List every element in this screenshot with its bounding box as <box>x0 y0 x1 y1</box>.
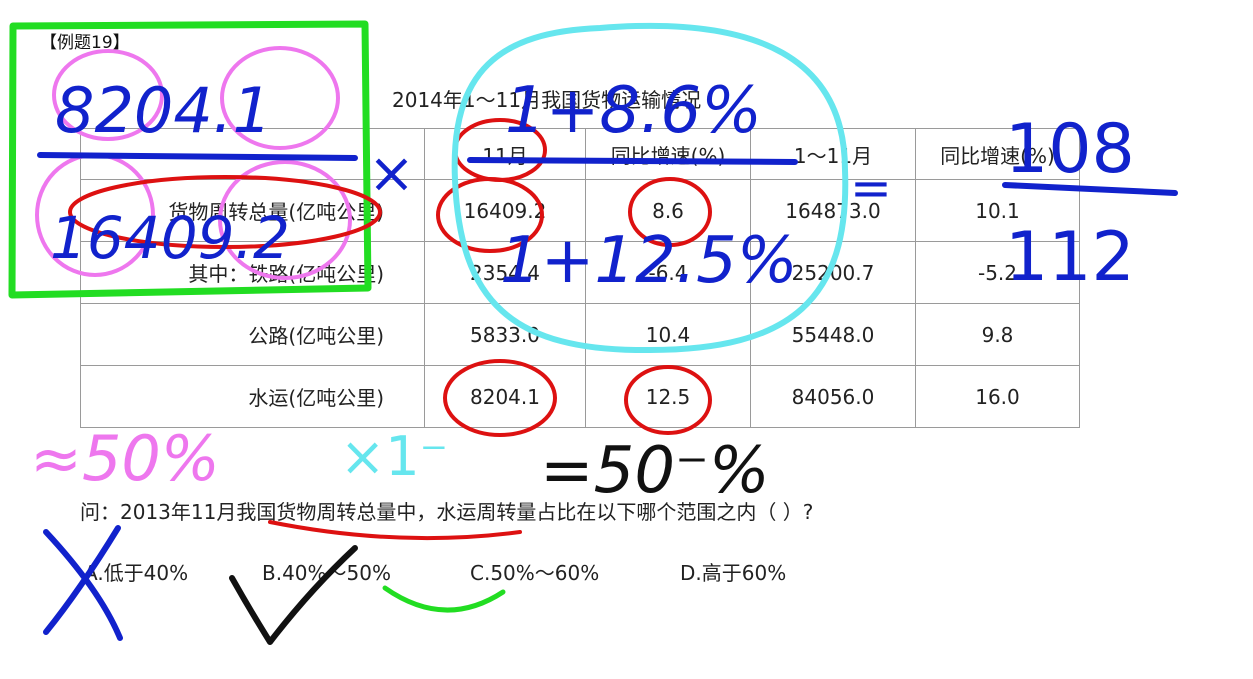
row-label: 其中：铁路(亿吨公里) <box>80 241 425 304</box>
option-d[interactable]: D.高于60% <box>680 557 786 586</box>
table-row: 水运(亿吨公里) 8204.1 12.5 84056.0 16.0 <box>80 365 1080 428</box>
option-b[interactable]: B.40%～50% <box>262 557 391 586</box>
header-cell-empty <box>80 128 425 180</box>
option-c[interactable]: C.50%～60% <box>470 557 599 586</box>
cell-ytd: 84056.0 <box>750 365 916 428</box>
cell-ytd: 164873.0 <box>750 179 916 242</box>
cell-ytd: 55448.0 <box>750 303 916 366</box>
cell-nov: 16409.2 <box>424 179 586 242</box>
option-a[interactable]: A.低于40% <box>84 557 188 586</box>
row-label: 货物周转总量(亿吨公里) <box>80 179 425 242</box>
cell-ytd-growth: 16.0 <box>915 365 1080 428</box>
cell-ytd-growth: 9.8 <box>915 303 1080 366</box>
cell-ytd-growth: 10.1 <box>915 179 1080 242</box>
header-cell-ytd-growth: 同比增速(%) <box>915 128 1080 180</box>
table-title: 2014年1～11月我国货物运输情况 <box>392 88 702 112</box>
cell-nov: 2354.4 <box>424 241 586 304</box>
question-text: 问：2013年11月我国货物周转总量中，水运周转量占比在以下哪个范围之内（ ）? <box>80 500 814 524</box>
table-row: 其中：铁路(亿吨公里) 2354.4 -6.4 25200.7 -5.2 <box>80 241 1080 304</box>
cell-ytd: 25200.7 <box>750 241 916 304</box>
cell-growth: 12.5 <box>585 365 751 428</box>
green-arc <box>382 585 506 613</box>
row-label: 公路(亿吨公里) <box>80 303 425 366</box>
example-tag: 【例题19】 <box>40 33 130 53</box>
cell-nov: 8204.1 <box>424 365 586 428</box>
row-label: 水运(亿吨公里) <box>80 365 425 428</box>
hand-times-one: ×1⁻ <box>340 425 448 488</box>
freight-table: 11月 同比增速(%) 1～11月 同比增速(%) 货物周转总量(亿吨公里) 1… <box>80 128 1080 428</box>
header-cell-growth: 同比增速(%) <box>585 128 751 180</box>
header-cell-nov: 11月 <box>424 128 586 180</box>
table-header-row: 11月 同比增速(%) 1～11月 同比增速(%) <box>80 128 1080 180</box>
cell-growth: -6.4 <box>585 241 751 304</box>
table-row: 公路(亿吨公里) 5833.0 10.4 55448.0 9.8 <box>80 303 1080 366</box>
cell-ytd-growth: -5.2 <box>915 241 1080 304</box>
hand-approx-left: ≈50% <box>30 422 220 495</box>
cell-nov: 5833.0 <box>424 303 586 366</box>
cell-growth: 8.6 <box>585 179 751 242</box>
table-row: 货物周转总量(亿吨公里) 16409.2 8.6 164873.0 10.1 <box>80 179 1080 242</box>
cell-growth: 10.4 <box>585 303 751 366</box>
header-cell-ytd: 1～11月 <box>750 128 916 180</box>
